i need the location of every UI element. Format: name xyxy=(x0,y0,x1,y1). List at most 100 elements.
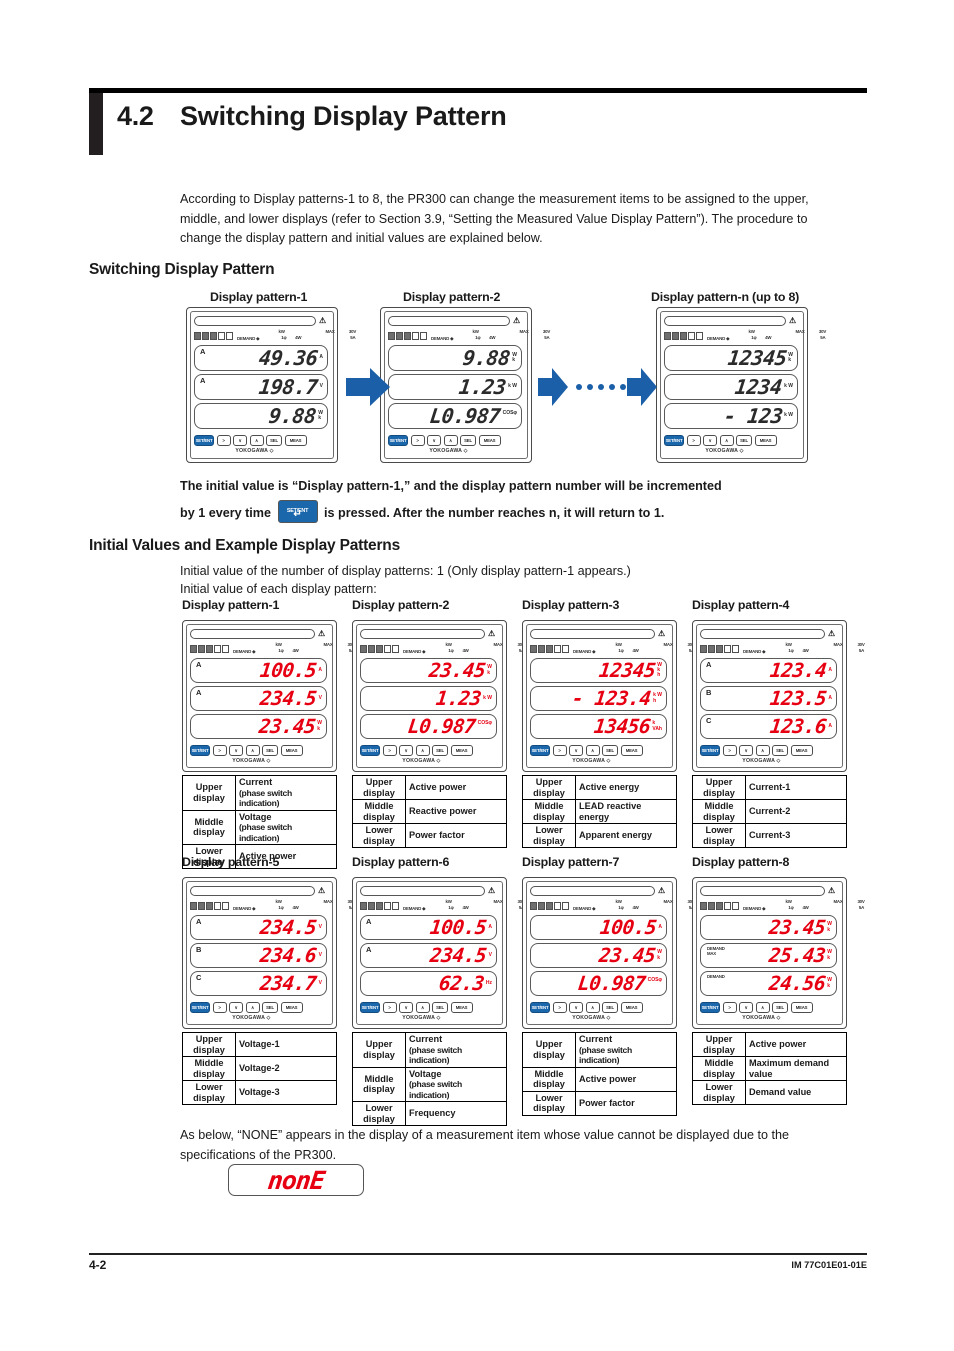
meter-button-set-ent[interactable]: SET/ENT xyxy=(190,1002,210,1013)
meter-button-meas[interactable]: MEAS xyxy=(620,745,643,756)
meter-button-meas[interactable]: MEAS xyxy=(620,1002,643,1013)
meter-button-sel[interactable]: SEL xyxy=(432,745,448,756)
indicator-kw: kW xyxy=(615,642,622,647)
segment-value-1: 9.88 xyxy=(461,345,512,370)
meter-button-[interactable]: > xyxy=(382,1002,397,1013)
meter-button-[interactable]: ∨ xyxy=(427,435,441,446)
meter-button-[interactable]: ∨ xyxy=(233,435,247,446)
meter-button-[interactable]: ∨ xyxy=(399,1002,413,1013)
meter-button-[interactable]: ∧ xyxy=(245,1002,260,1013)
meter-button-meas[interactable]: MEAS xyxy=(790,745,813,756)
unit-label-3: Wk xyxy=(317,720,322,732)
meter-button-[interactable]: ∧ xyxy=(585,745,600,756)
flow-meter-3: ⚠ DEMAND ◆ kW 1φ 4W MAX 30V 5A 12345 Wk 1234 k W- 1… xyxy=(656,307,826,463)
table-row: Upper display Current (phase switch indicat… xyxy=(352,1032,507,1068)
meter-button-[interactable]: ∧ xyxy=(245,745,260,756)
meter-button-[interactable]: ∧ xyxy=(443,435,458,446)
table-row: Upper display Active energy xyxy=(522,775,677,800)
table-row: Upper display Current-1 xyxy=(692,775,847,800)
yokogawa-logo: YOKOGAWA ◇ xyxy=(402,758,441,764)
phase-label-1: A xyxy=(366,917,372,926)
indicator-volt: 30V xyxy=(857,642,865,647)
unit-label-3: Wk xyxy=(318,409,323,421)
meter-button-sel[interactable]: SEL xyxy=(262,1002,278,1013)
meter-button-[interactable]: ∨ xyxy=(229,745,243,756)
indicator-phase: 1φ xyxy=(278,648,284,653)
meter-button-set-ent[interactable]: SET/ENT xyxy=(530,1002,550,1013)
meter-button-meas[interactable]: MEAS xyxy=(754,435,777,446)
indicator-kw: kW xyxy=(615,899,622,904)
meter-button-meas[interactable]: MEAS xyxy=(450,1002,473,1013)
meter-button-meas[interactable]: MEAS xyxy=(284,435,307,446)
meter-button-sel[interactable]: SEL xyxy=(772,1002,788,1013)
meter-button-set-ent[interactable]: SET/ENT xyxy=(530,745,550,756)
meter-button-set-ent[interactable]: SET/ENT xyxy=(664,435,684,446)
meter-button-[interactable]: > xyxy=(722,745,737,756)
meter-button-set-ent[interactable]: SET/ENT xyxy=(360,1002,380,1013)
initial-line-1: Initial value of the number of display p… xyxy=(180,564,631,578)
meter-button-sel[interactable]: SEL xyxy=(432,1002,448,1013)
value-wrap-1: 123.4 A xyxy=(769,659,832,682)
meter-button-set-ent[interactable]: SET/ENT xyxy=(360,745,380,756)
meter-button-[interactable]: ∨ xyxy=(569,1002,583,1013)
display-position-2: Middle display xyxy=(692,799,746,824)
switching-note-post: is pressed. After the number reaches n, … xyxy=(324,506,665,520)
display-item-3: Demand value xyxy=(745,1080,847,1105)
meter-button-meas[interactable]: MEAS xyxy=(280,745,303,756)
meter-button-[interactable]: ∨ xyxy=(703,435,717,446)
meter-button-[interactable]: > xyxy=(216,435,231,446)
meter-button-set-ent[interactable]: SET/ENT xyxy=(388,435,408,446)
meter-button-[interactable]: > xyxy=(552,745,567,756)
meter-button-[interactable]: ∧ xyxy=(249,435,264,446)
meter-button-[interactable]: > xyxy=(212,1002,227,1013)
meter-button-sel[interactable]: SEL xyxy=(602,1002,618,1013)
meter-button-sel[interactable]: SEL xyxy=(736,435,752,446)
meter-button-meas[interactable]: MEAS xyxy=(790,1002,813,1013)
meter-line-2: 23.45 Wk xyxy=(530,943,667,968)
meter-line-3: L0.987 COSφ xyxy=(360,714,497,739)
setent-key-icon[interactable]: SET/ENT ↵ xyxy=(277,500,318,523)
value-wrap-1: 23.45 Wk xyxy=(428,659,492,682)
meter-button-[interactable]: ∧ xyxy=(585,1002,600,1013)
meter-button-meas[interactable]: MEAS xyxy=(450,745,473,756)
value-wrap-2: 1.23 k W xyxy=(458,375,517,399)
meter-button-[interactable]: ∧ xyxy=(415,745,430,756)
meter-button-[interactable]: > xyxy=(410,435,425,446)
meter-button-sel[interactable]: SEL xyxy=(262,745,278,756)
meter-button-[interactable]: ∧ xyxy=(415,1002,430,1013)
meter-button-set-ent[interactable]: SET/ENT xyxy=(194,435,214,446)
meter-button-[interactable]: ∨ xyxy=(569,745,583,756)
meter-button-meas[interactable]: MEAS xyxy=(280,1002,303,1013)
meter-button-[interactable]: > xyxy=(552,1002,567,1013)
meter-indicator-row: DEMAND ◆ kW1φ 4W MAX 30V5A xyxy=(700,899,865,912)
meter-button-sel[interactable]: SEL xyxy=(460,435,476,446)
segment-value-1: 100.5 xyxy=(598,915,658,939)
meter-button-meas[interactable]: MEAS xyxy=(478,435,501,446)
meter-button-[interactable]: ∨ xyxy=(399,745,413,756)
meter-button-[interactable]: ∧ xyxy=(719,435,734,446)
meter-button-[interactable]: > xyxy=(686,435,701,446)
meter-button-[interactable]: > xyxy=(722,1002,737,1013)
indicator-max: MAX xyxy=(519,329,529,334)
meter-button-sel[interactable]: SEL xyxy=(266,435,282,446)
section-accent-bar xyxy=(89,93,103,155)
meter-button-set-ent[interactable]: SET/ENT xyxy=(700,745,720,756)
value-wrap-1: 100.5 A xyxy=(259,659,322,682)
meter-button-set-ent[interactable]: SET/ENT xyxy=(190,745,210,756)
meter-button-sel[interactable]: SEL xyxy=(602,745,618,756)
value-wrap-1: 23.45 Wk xyxy=(768,916,832,939)
meter-button-[interactable]: > xyxy=(212,745,227,756)
meter-button-[interactable]: > xyxy=(382,745,397,756)
meter-button-[interactable]: ∨ xyxy=(739,1002,753,1013)
meter-button-[interactable]: ∧ xyxy=(755,1002,770,1013)
segment-value-3: 234.7 xyxy=(259,971,319,995)
brand-segment-blocks xyxy=(700,645,739,653)
meter-button-[interactable]: ∨ xyxy=(229,1002,243,1013)
meter-button-sel[interactable]: SEL xyxy=(772,745,788,756)
indicator-max: MAX xyxy=(325,329,335,334)
meter-button-[interactable]: ∧ xyxy=(755,745,770,756)
meter-button-[interactable]: ∨ xyxy=(739,745,753,756)
indicator-phase: 1φ xyxy=(788,648,794,653)
display-item-2: Current-2 xyxy=(745,799,847,824)
meter-button-set-ent[interactable]: SET/ENT xyxy=(700,1002,720,1013)
